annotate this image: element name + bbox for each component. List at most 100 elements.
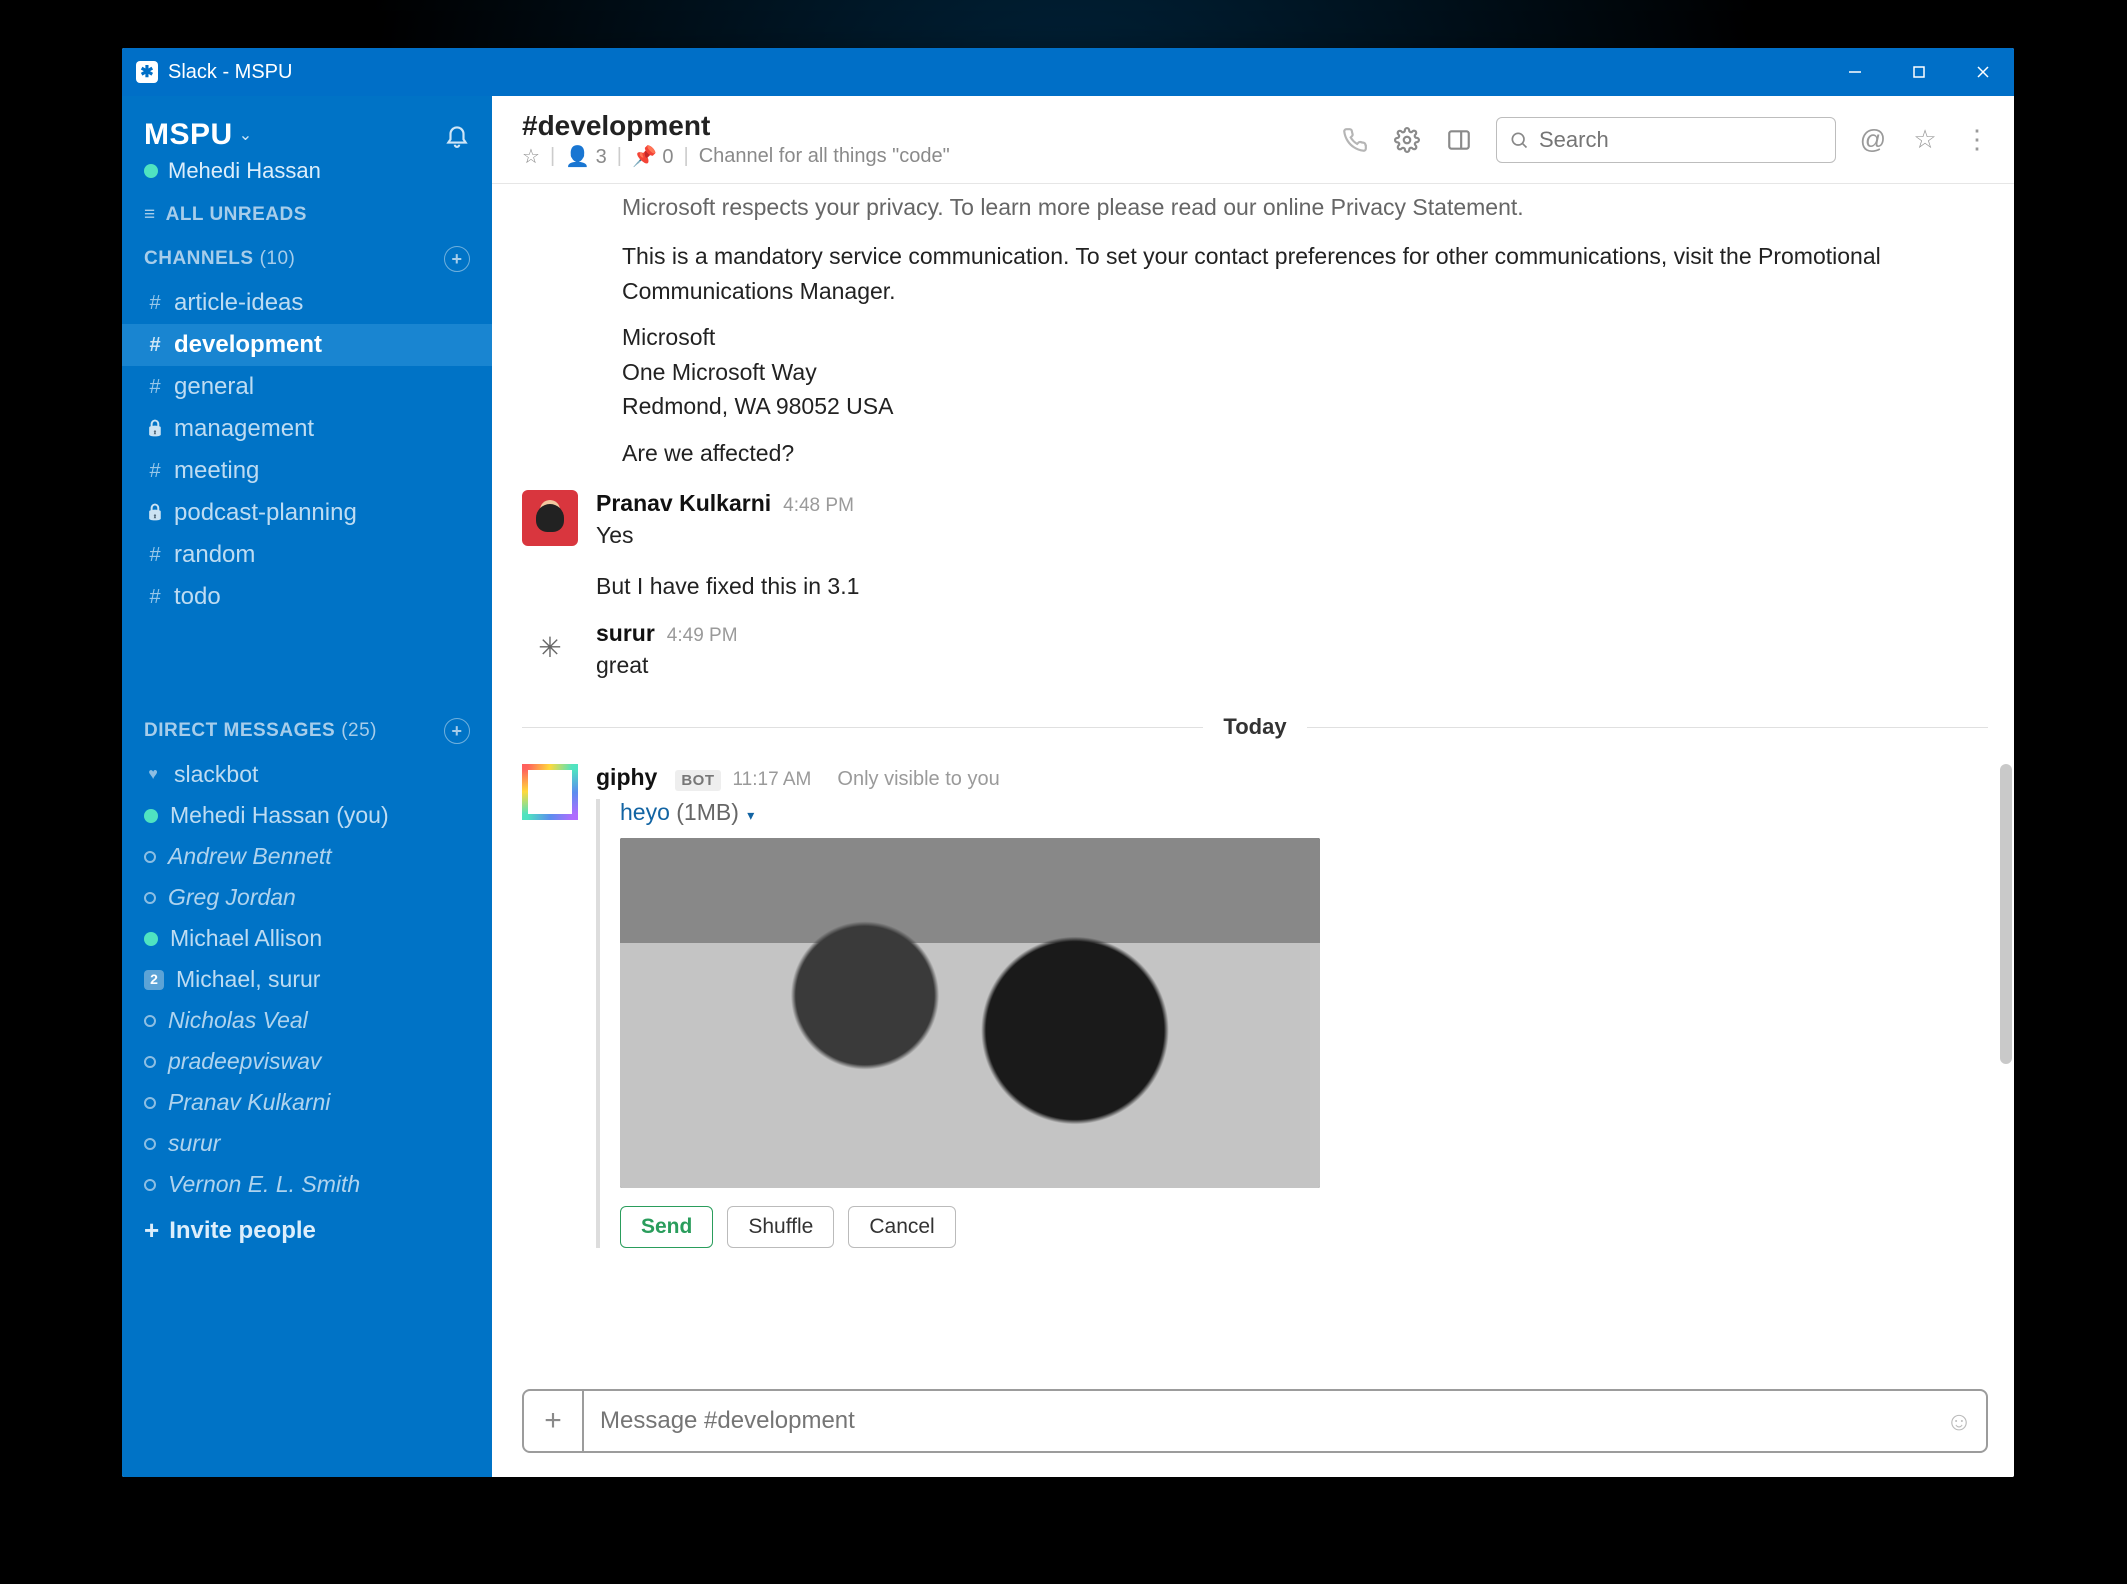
dot-off-icon <box>144 851 156 863</box>
dot-off-icon <box>144 1097 156 1109</box>
channel-item-meeting[interactable]: meeting <box>122 450 492 492</box>
lock-icon <box>144 496 166 530</box>
gear-icon[interactable] <box>1392 125 1422 155</box>
message-text: But I have fixed this in 3.1 <box>596 570 1988 603</box>
dm-item[interactable]: 2Michael, surur <box>122 959 492 1000</box>
emoji-icon[interactable]: ☺ <box>1932 1406 1986 1437</box>
avatar[interactable] <box>522 490 578 546</box>
dot-off-icon <box>144 892 156 904</box>
dm-header[interactable]: DIRECT MESSAGES (25) + <box>122 708 492 754</box>
channel-item-podcast-planning[interactable]: podcast-planning <box>122 492 492 534</box>
more-icon[interactable]: ⋮ <box>1962 125 1992 155</box>
bell-icon[interactable] <box>444 122 470 148</box>
hash-icon <box>144 370 166 404</box>
dm-item[interactable]: Andrew Bennett <box>122 836 492 877</box>
dot-off-icon <box>144 1015 156 1027</box>
date-divider: Today <box>522 714 1988 740</box>
message-list[interactable]: Microsoft respects your privacy. To lear… <box>492 184 2014 1373</box>
message-text: Microsoft respects your privacy. To lear… <box>522 194 1988 227</box>
dm-item[interactable]: Greg Jordan <box>122 877 492 918</box>
close-button[interactable] <box>1972 61 1994 83</box>
attachment: heyo (1MB) ▾ Send Shuffle Cancel <box>596 799 1988 1248</box>
dm-item[interactable]: slackbot <box>122 754 492 795</box>
cancel-button[interactable]: Cancel <box>848 1206 955 1248</box>
channel-item-development[interactable]: development <box>122 324 492 366</box>
presence-dot-icon <box>144 164 158 178</box>
channel-item-random[interactable]: random <box>122 534 492 576</box>
message-composer: + ☺ <box>522 1389 1988 1453</box>
channel-item-management[interactable]: management <box>122 408 492 450</box>
message-user[interactable]: surur <box>596 620 655 647</box>
avatar[interactable] <box>522 764 578 820</box>
invite-people[interactable]: + Invite people <box>122 1205 492 1256</box>
mentions-icon[interactable]: @ <box>1858 125 1888 155</box>
pins-count[interactable]: 📌 0 <box>632 144 674 169</box>
search-icon <box>1509 130 1529 150</box>
channel-item-general[interactable]: general <box>122 366 492 408</box>
channel-item-article-ideas[interactable]: article-ideas <box>122 282 492 324</box>
current-user[interactable]: Mehedi Hassan <box>168 158 321 184</box>
shuffle-button[interactable]: Shuffle <box>727 1206 834 1248</box>
badge-icon: 2 <box>144 970 164 990</box>
message-time: 4:49 PM <box>667 625 738 647</box>
minimize-button[interactable] <box>1844 61 1866 83</box>
search-input[interactable] <box>1539 127 1823 153</box>
add-channel-icon[interactable]: + <box>444 246 470 272</box>
message-time: 11:17 AM <box>733 769 812 791</box>
dm-item[interactable]: pradeepviswav <box>122 1041 492 1082</box>
dot-off-icon <box>144 1056 156 1068</box>
message-input[interactable] <box>584 1407 1932 1435</box>
scrollbar[interactable] <box>2000 764 2012 1064</box>
plus-icon: + <box>144 1215 159 1246</box>
dm-item[interactable]: surur <box>122 1123 492 1164</box>
message-user[interactable]: Pranav Kulkarni <box>596 490 771 517</box>
dm-item[interactable]: Michael Allison <box>122 918 492 959</box>
message-text: Are we affected? <box>522 436 1988 471</box>
members-count[interactable]: 👤 3 <box>565 144 607 169</box>
send-button[interactable]: Send <box>620 1206 713 1248</box>
dm-item[interactable]: Mehedi Hassan (you) <box>122 795 492 836</box>
lock-icon <box>144 412 166 446</box>
channel-topic[interactable]: Channel for all things "code" <box>699 145 950 168</box>
dm-item[interactable]: Nicholas Veal <box>122 1000 492 1041</box>
attach-button[interactable]: + <box>524 1391 584 1451</box>
channel-item-todo[interactable]: todo <box>122 576 492 618</box>
search-box[interactable] <box>1496 117 1836 163</box>
bot-badge: BOT <box>675 770 720 791</box>
message-text: Yes <box>596 519 1988 552</box>
maximize-button[interactable] <box>1908 61 1930 83</box>
hash-icon <box>144 580 166 614</box>
star-channel-icon[interactable]: ☆ <box>1910 125 1940 155</box>
message-text: great <box>596 649 1988 682</box>
message-text: Microsoft One Microsoft Way Redmond, WA … <box>522 320 1988 424</box>
sidebar: MSPU ⌄ Mehedi Hassan ≡ ALL UNREADS CHANN… <box>122 96 492 1477</box>
titlebar[interactable]: ✱ Slack - MSPU <box>122 48 2014 96</box>
chevron-down-icon[interactable]: ⌄ <box>239 125 252 145</box>
channel-name[interactable]: #development <box>522 110 950 142</box>
list-icon: ≡ <box>144 204 156 226</box>
message: giphy BOT 11:17 AM Only visible to you h… <box>522 756 1988 1256</box>
attachment-title[interactable]: heyo (1MB) ▾ <box>620 799 1988 826</box>
message-user[interactable]: giphy <box>596 764 657 791</box>
slack-icon: ✱ <box>136 61 158 83</box>
heart-icon <box>144 766 162 784</box>
add-dm-icon[interactable]: + <box>444 718 470 744</box>
channels-header[interactable]: CHANNELS (10) + <box>122 236 492 282</box>
message-time: 4:48 PM <box>783 495 854 517</box>
workspace-name[interactable]: MSPU <box>144 118 233 152</box>
hash-icon <box>144 538 166 572</box>
dm-item[interactable]: Vernon E. L. Smith <box>122 1164 492 1205</box>
chevron-down-icon: ▾ <box>747 807 754 823</box>
all-unreads[interactable]: ≡ ALL UNREADS <box>122 198 492 236</box>
message: Pranav Kulkarni 4:48 PM Yes But I have f… <box>522 482 1988 612</box>
phone-icon[interactable] <box>1340 125 1370 155</box>
message-text: This is a mandatory service communicatio… <box>522 239 1988 308</box>
gif-preview[interactable] <box>620 838 1320 1188</box>
main-panel: #development ☆| 👤 3| 📌 0| Channel for al… <box>492 96 2014 1477</box>
dm-item[interactable]: Pranav Kulkarni <box>122 1082 492 1123</box>
details-icon[interactable] <box>1444 125 1474 155</box>
star-icon[interactable]: ☆ <box>522 144 540 169</box>
dot-on-icon <box>144 809 158 823</box>
hash-icon <box>144 328 166 362</box>
avatar[interactable] <box>522 620 578 676</box>
